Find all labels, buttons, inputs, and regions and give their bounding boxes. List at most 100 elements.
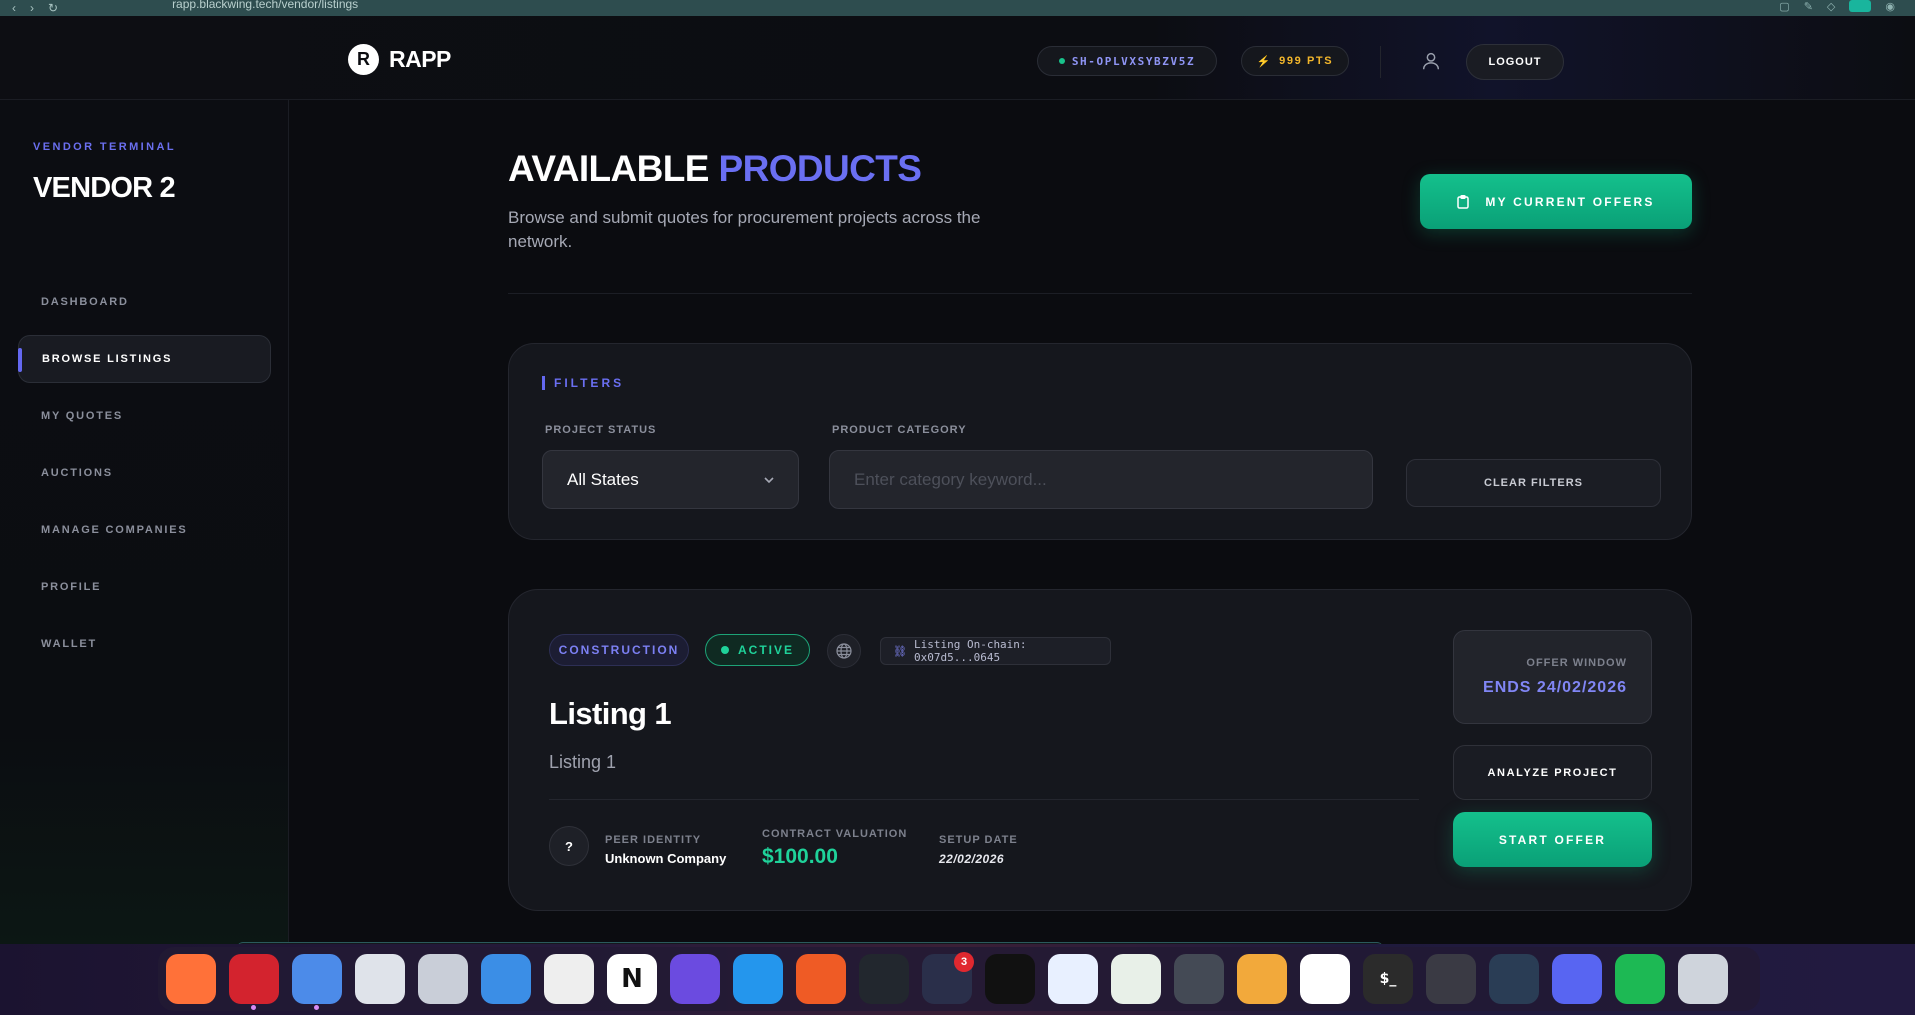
product-category-label: PRODUCT CATEGORY	[832, 424, 967, 436]
extension-icon[interactable]: ◇	[1827, 0, 1835, 13]
offer-window-value: ENDS 24/02/2026	[1483, 679, 1627, 696]
extension-icon[interactable]: ✎	[1804, 0, 1813, 13]
onchain-text: Listing On-chain: 0x07d5...0645	[913, 638, 1027, 664]
page-subtitle: Browse and submit quotes for procurement…	[508, 208, 981, 251]
filters-label: FILTERS	[542, 376, 624, 390]
listing-description: Listing 1	[549, 752, 617, 772]
brand[interactable]: R RAPP	[348, 44, 451, 75]
card-divider	[549, 799, 1419, 800]
document-viewer-icon[interactable]	[481, 954, 531, 1004]
page-title-accent: PRODUCTS	[718, 148, 922, 189]
chromium-icon[interactable]	[292, 954, 342, 1010]
notification-badge: 3	[954, 952, 974, 972]
extension-icon[interactable]: ▢	[1779, 0, 1789, 13]
vscode-icon[interactable]	[859, 954, 909, 1004]
brand-logo-icon: R	[348, 44, 379, 75]
offer-window: OFFER WINDOW ENDS 24/02/2026	[1453, 630, 1652, 724]
extension-icon[interactable]	[1849, 0, 1872, 12]
vendor-name: VENDOR 2	[33, 172, 176, 204]
archive-manager-icon[interactable]	[418, 954, 468, 1004]
files-icon[interactable]	[355, 954, 405, 1004]
online-dot-icon	[1058, 58, 1065, 64]
main-content: AVAILABLE PRODUCTS Browse and submit quo…	[290, 100, 1915, 944]
clear-filters-button[interactable]: CLEAR FILTERS	[1406, 459, 1661, 507]
session-id-badge[interactable]: SH-OPLVXSYBZV5Z	[1037, 46, 1217, 76]
points-badge[interactable]: ⚡ 999 PTS	[1241, 46, 1349, 76]
docker-icon[interactable]	[733, 954, 783, 1004]
page-title-main: AVAILABLE	[508, 148, 709, 189]
project-status-select[interactable]: All States	[542, 450, 799, 509]
application-dock: N 3 $_	[158, 947, 1760, 1011]
firefox-icon[interactable]	[166, 954, 216, 1004]
address-bar[interactable]: rapp.blackwing.tech/vendor/listings	[172, 0, 358, 11]
globe-icon[interactable]	[827, 634, 861, 668]
terminal-glyph: $_	[1379, 971, 1397, 987]
notion-icon[interactable]: N	[607, 954, 657, 1004]
postman-icon[interactable]	[796, 954, 846, 1004]
peer-identity-value: Unknown Company	[605, 851, 727, 866]
user-icon[interactable]	[1420, 50, 1442, 72]
planner-icon[interactable]	[670, 954, 720, 1004]
sidebar-item-my-quotes[interactable]: MY QUOTES	[18, 392, 271, 440]
toggle-icon[interactable]	[1426, 954, 1476, 1004]
start-offer-button[interactable]: START OFFER	[1453, 812, 1652, 867]
page-title: AVAILABLE PRODUCTS	[508, 148, 922, 190]
android-studio-icon[interactable]	[1048, 954, 1098, 1004]
top-navigation: R RAPP SH-OPLVXSYBZV5Z ⚡ 999 PTS LOGOUT	[0, 16, 1915, 100]
text-editor-icon[interactable]	[544, 954, 594, 1004]
monitor-icon[interactable]	[1111, 954, 1161, 1004]
analyze-project-button[interactable]: ANALYZE PROJECT	[1453, 745, 1652, 800]
contract-valuation-value: $100.00	[762, 845, 838, 868]
browser-toolbar: ‹ › ↻ rapp.blackwing.tech/vendor/listing…	[0, 0, 1915, 16]
points-text: 999 PTS	[1279, 55, 1334, 67]
system-monitor-icon[interactable]	[1489, 954, 1539, 1004]
offer-window-label: OFFER WINDOW	[1526, 657, 1627, 669]
sidebar-item-auctions[interactable]: AUCTIONS	[18, 449, 271, 497]
session-id-text: SH-OPLVXSYBZV5Z	[1071, 54, 1196, 68]
notion-glyph: N	[621, 964, 643, 994]
back-icon[interactable]: ‹	[12, 1, 16, 15]
opera-icon[interactable]	[229, 954, 279, 1010]
category-badge: CONSTRUCTION	[549, 634, 689, 666]
dbeaver-icon[interactable]	[1237, 954, 1287, 1004]
sidebar-item-manage-companies[interactable]: MANAGE COMPANIES	[18, 506, 271, 554]
trash-icon[interactable]	[1678, 954, 1728, 1004]
mongodb-compass-icon[interactable]	[1300, 954, 1350, 1004]
setup-date-value: 22/02/2026	[939, 852, 1005, 866]
sidebar-section-label: VENDOR TERMINAL	[33, 141, 176, 153]
chevron-down-icon	[764, 477, 774, 484]
app-launcher-icon[interactable]: 3	[922, 952, 974, 1004]
avatar: ?	[549, 826, 589, 866]
spotify-icon[interactable]	[1615, 954, 1665, 1004]
status-dot-icon	[720, 646, 729, 654]
peer-identity-label: PEER IDENTITY	[605, 834, 702, 846]
app-root: R RAPP SH-OPLVXSYBZV5Z ⚡ 999 PTS LOGOUT …	[0, 16, 1915, 948]
forward-icon[interactable]: ›	[30, 1, 34, 15]
intellij-icon[interactable]	[985, 954, 1035, 1004]
listing-title: Listing 1	[549, 696, 672, 731]
shield-icon[interactable]: ◉	[1885, 0, 1895, 13]
unity-icon[interactable]	[1174, 954, 1224, 1004]
contract-valuation-label: CONTRACT VALUATION	[762, 828, 908, 840]
sidebar-item-profile[interactable]: PROFILE	[18, 563, 271, 611]
logout-button[interactable]: LOGOUT	[1466, 44, 1564, 80]
sidebar-item-dashboard[interactable]: DASHBOARD	[18, 278, 271, 326]
sidebar-item-wallet[interactable]: WALLET	[18, 620, 271, 668]
listing-card: CONSTRUCTION ACTIVE ⛓ Listing On-chain: …	[508, 589, 1692, 911]
reload-icon[interactable]: ↻	[48, 1, 58, 15]
my-current-offers-button[interactable]: MY CURRENT OFFERS	[1420, 174, 1692, 229]
category-search-input[interactable]	[829, 450, 1373, 509]
onchain-link[interactable]: ⛓ Listing On-chain: 0x07d5...0645	[880, 637, 1111, 665]
bolt-icon: ⚡	[1256, 55, 1273, 68]
link-icon: ⛓	[893, 644, 907, 658]
sidebar: VENDOR TERMINAL VENDOR 2 DASHBOARD BROWS…	[0, 100, 289, 944]
filters-panel: FILTERS PROJECT STATUS All States PRODUC…	[508, 343, 1692, 540]
brand-name: RAPP	[389, 46, 451, 72]
project-status-label: PROJECT STATUS	[545, 424, 657, 436]
status-text: ACTIVE	[737, 643, 794, 657]
status-badge: ACTIVE	[705, 634, 810, 666]
discord-icon[interactable]	[1552, 954, 1602, 1004]
setup-date-label: SETUP DATE	[939, 834, 1018, 846]
sidebar-item-browse-listings[interactable]: BROWSE LISTINGS	[18, 335, 271, 383]
terminal-icon[interactable]: $_	[1363, 954, 1413, 1004]
